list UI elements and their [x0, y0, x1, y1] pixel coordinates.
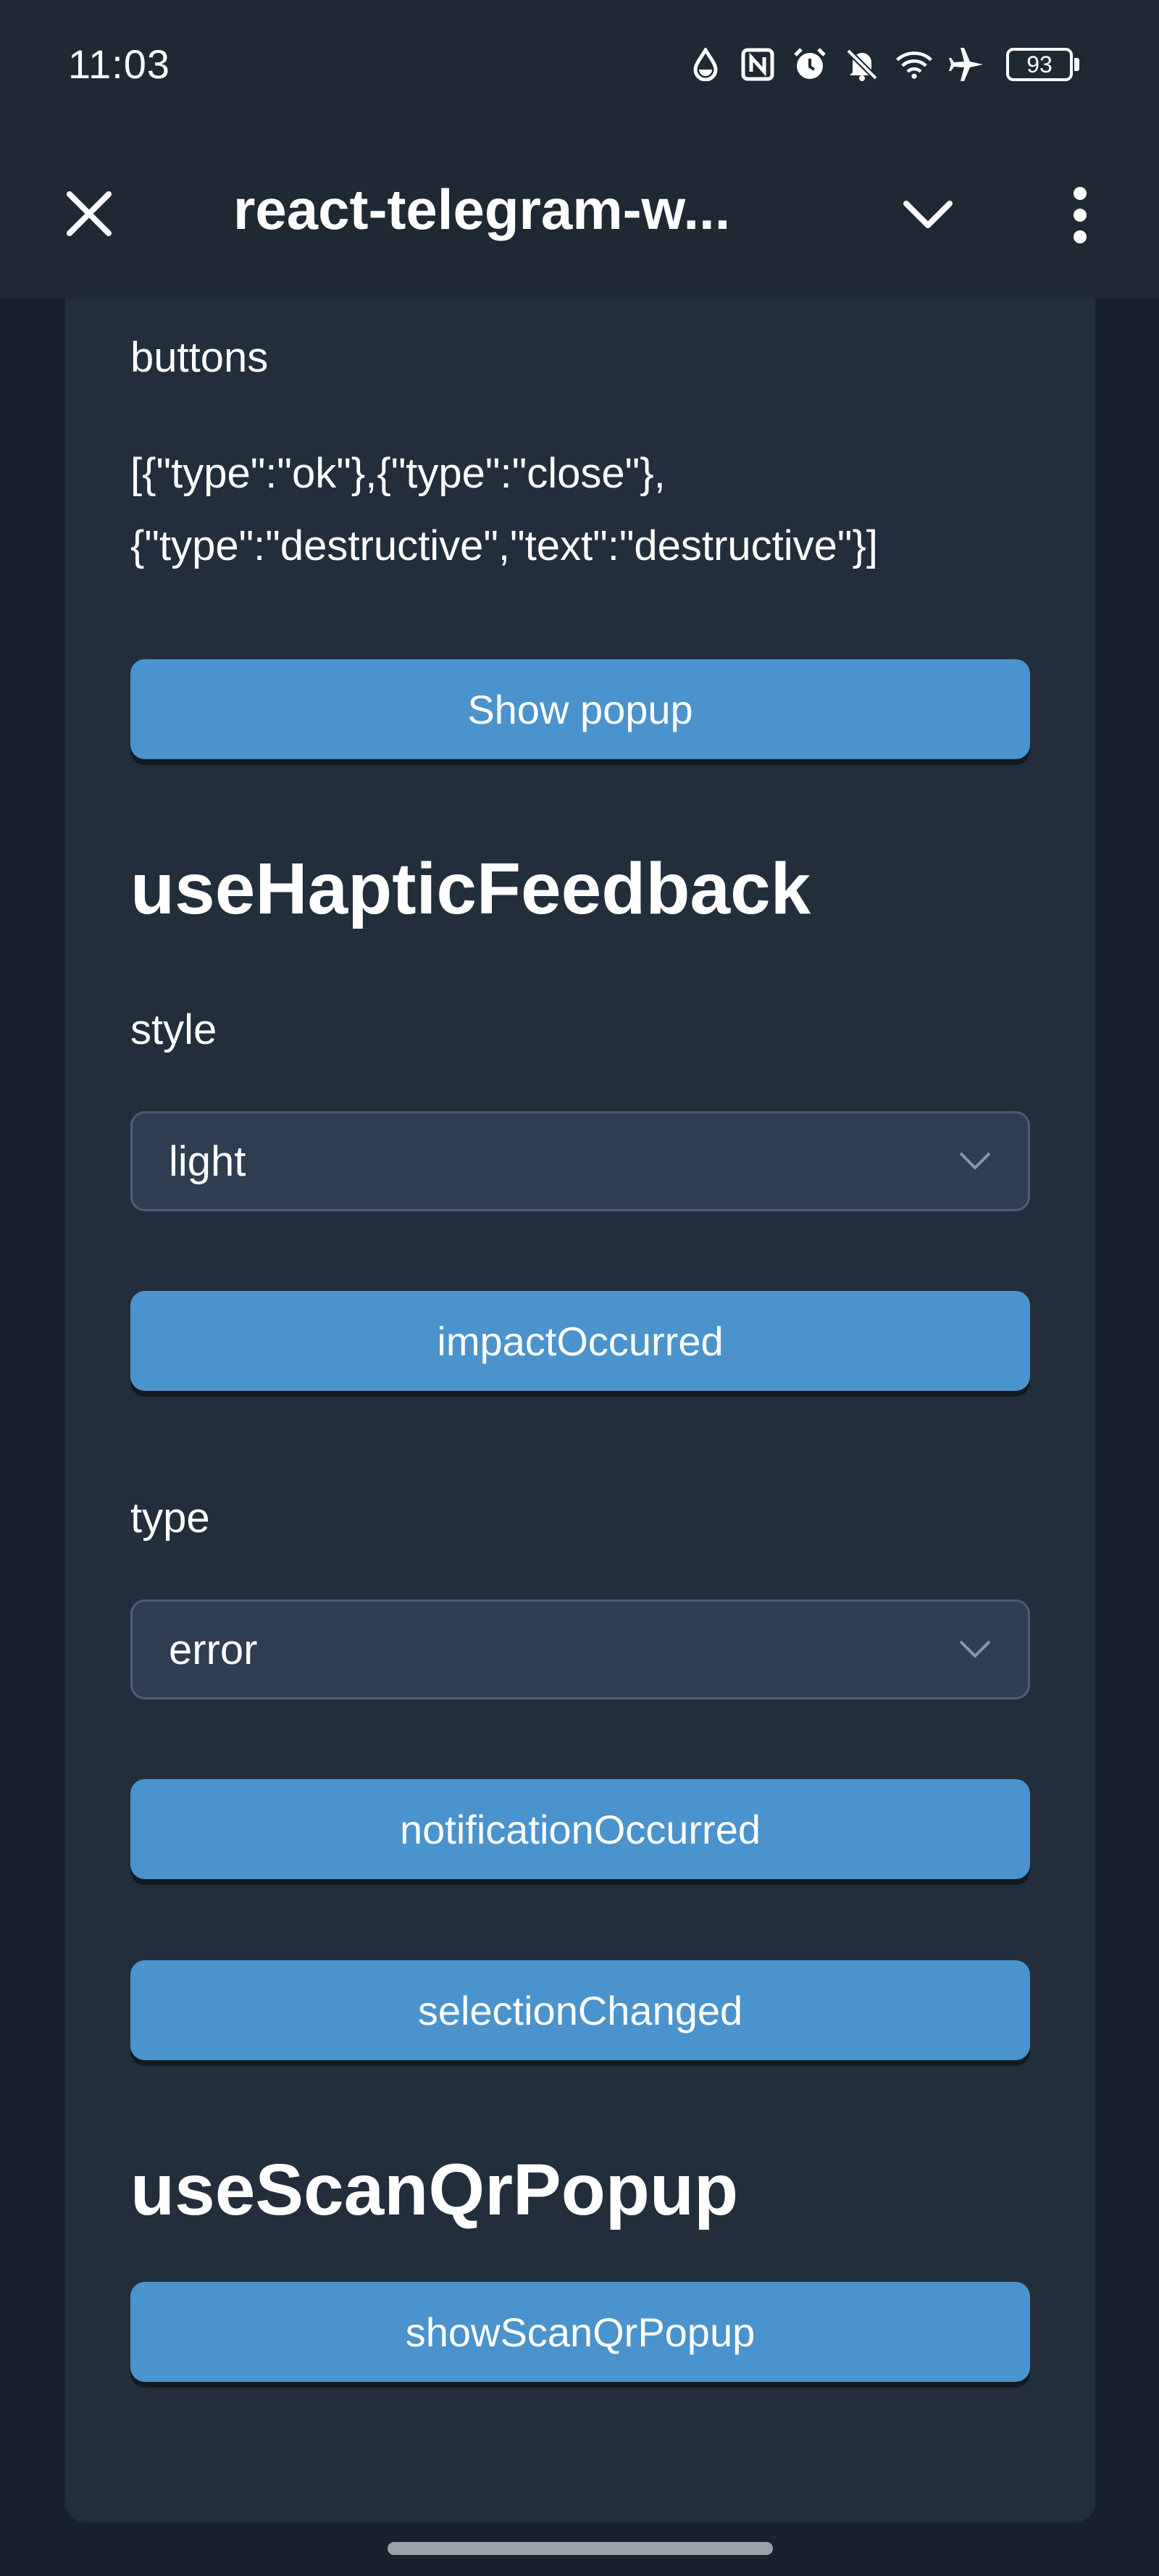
notification-occurred-button[interactable]: notificationOccurred [130, 1779, 1030, 1879]
haptic-feedback-heading: useHapticFeedback [130, 848, 811, 929]
type-label: type [130, 1494, 210, 1542]
close-button[interactable] [57, 181, 122, 246]
app-bar: react-telegram-w... [0, 135, 1159, 298]
battery-tip [1074, 58, 1079, 71]
navigation-bar [0, 2522, 1159, 2576]
content-card: buttons [{"type":"ok"},{"type":"close"},… [65, 298, 1095, 2522]
show-popup-button[interactable]: Show popup [130, 659, 1030, 759]
status-time: 11:03 [68, 41, 170, 87]
home-indicator[interactable] [388, 2542, 773, 2555]
status-icons: 93 [686, 45, 1079, 84]
style-label: style [130, 1006, 217, 1053]
alarm-icon [790, 45, 829, 84]
close-icon [67, 191, 112, 236]
chevron-down-icon [903, 201, 953, 228]
water-drop-icon [686, 45, 725, 84]
battery-indicator: 93 [1006, 48, 1079, 81]
nfc-icon [738, 45, 777, 84]
more-menu-button[interactable] [1047, 175, 1113, 255]
airplane-icon [947, 45, 986, 84]
style-select[interactable]: light [130, 1111, 1030, 1211]
wifi-icon [895, 45, 934, 84]
buttons-label: buttons [130, 334, 269, 381]
collapse-button[interactable] [895, 183, 961, 248]
selection-changed-button[interactable]: selectionChanged [130, 1960, 1030, 2060]
bell-off-icon [842, 45, 882, 84]
scan-qr-popup-heading: useScanQrPopup [130, 2149, 739, 2230]
chevron-down-icon [957, 1631, 993, 1668]
battery-level: 93 [1006, 48, 1073, 81]
status-bar: 11:03 93 [0, 0, 1159, 135]
show-scan-qr-popup-button[interactable]: showScanQrPopup [130, 2282, 1030, 2382]
buttons-json-value: [{"type":"ok"},{"type":"close"},{"type":… [130, 450, 878, 569]
app-title: react-telegram-w... [233, 177, 731, 241]
type-select[interactable]: error [130, 1599, 1030, 1699]
impact-occurred-button[interactable]: impactOccurred [130, 1291, 1030, 1391]
chevron-down-icon [957, 1143, 993, 1179]
more-vertical-icon [1074, 187, 1087, 243]
type-select-value: error [169, 1626, 258, 1673]
style-select-value: light [169, 1137, 246, 1185]
